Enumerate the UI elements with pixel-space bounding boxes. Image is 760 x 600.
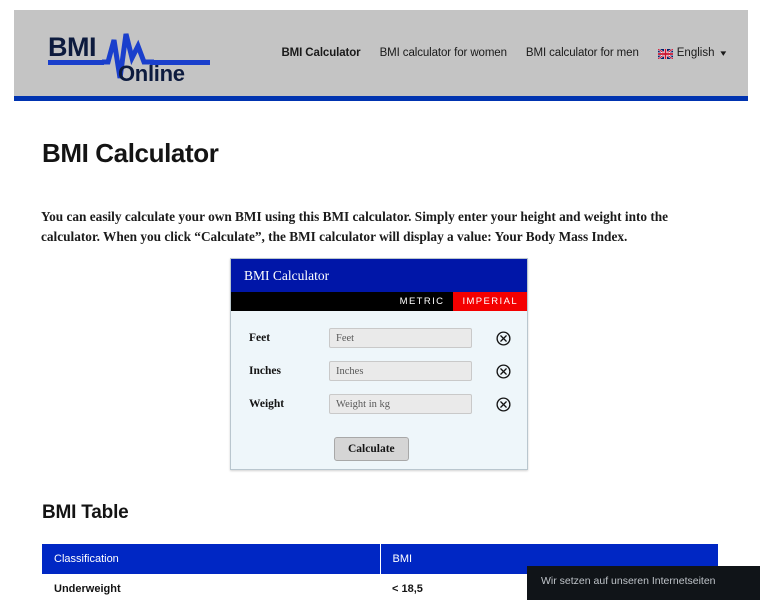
bmi-online-logo-icon: BMI Online [48, 32, 210, 84]
tab-metric[interactable]: METRIC [390, 292, 454, 311]
calculator-footer: Calculate [231, 424, 527, 461]
clear-inches-circle-x-icon[interactable] [496, 363, 511, 379]
column-header-classification: Classification [42, 544, 381, 574]
input-inches[interactable] [329, 361, 472, 381]
nav-item-bmi-calculator[interactable]: BMI Calculator [281, 47, 360, 59]
language-label: English [676, 47, 715, 59]
input-weight[interactable] [329, 394, 472, 414]
nav-item-bmi-calculator-women[interactable]: BMI calculator for women [380, 47, 507, 59]
page-title: BMI Calculator [42, 138, 219, 168]
page-root: BMI Online BMI Calculator BMI calculator… [0, 0, 760, 600]
unit-tabs: METRIC IMPERIAL [231, 292, 527, 311]
cookie-consent-banner[interactable]: Wir setzen auf unseren Internetseiten [527, 566, 760, 600]
language-selector[interactable]: English ▾ [657, 47, 727, 60]
nav-item-bmi-calculator-men[interactable]: BMI calculator for men [526, 47, 639, 59]
site-header: BMI Online BMI Calculator BMI calculator… [14, 10, 748, 101]
calculate-button[interactable]: Calculate [334, 437, 409, 461]
label-feet: Feet [249, 332, 271, 344]
chevron-down-icon: ▾ [720, 47, 727, 58]
site-logo[interactable]: BMI Online [46, 28, 216, 84]
label-weight: Weight [249, 398, 285, 410]
bmi-calculator-widget: BMI Calculator METRIC IMPERIAL Feet Feet… [230, 258, 528, 470]
input-feet[interactable] [329, 328, 472, 348]
cookie-banner-text: Wir setzen auf unseren Internetseiten [541, 575, 716, 587]
bmi-table-title: BMI Table [42, 502, 129, 523]
intro-paragraph: You can easily calculate your own BMI us… [41, 209, 669, 245]
field-row-feet: Feet [231, 325, 527, 351]
calculator-title: BMI Calculator [231, 259, 527, 292]
field-row-weight: Weight [231, 391, 527, 417]
uk-flag-icon [657, 48, 674, 60]
svg-text:BMI: BMI [48, 32, 96, 62]
clear-weight-circle-x-icon[interactable] [496, 396, 511, 412]
cell-classification: Underweight [42, 574, 380, 600]
label-inches: Inches [249, 365, 281, 377]
clear-feet-circle-x-icon[interactable] [496, 330, 511, 346]
tab-imperial[interactable]: IMPERIAL [453, 292, 527, 311]
svg-text:Online: Online [118, 61, 185, 84]
field-row-inches: Inches [231, 358, 527, 384]
main-navigation: BMI Calculator BMI calculator for women … [281, 10, 727, 96]
calculator-form: Feet Inches [231, 311, 527, 461]
